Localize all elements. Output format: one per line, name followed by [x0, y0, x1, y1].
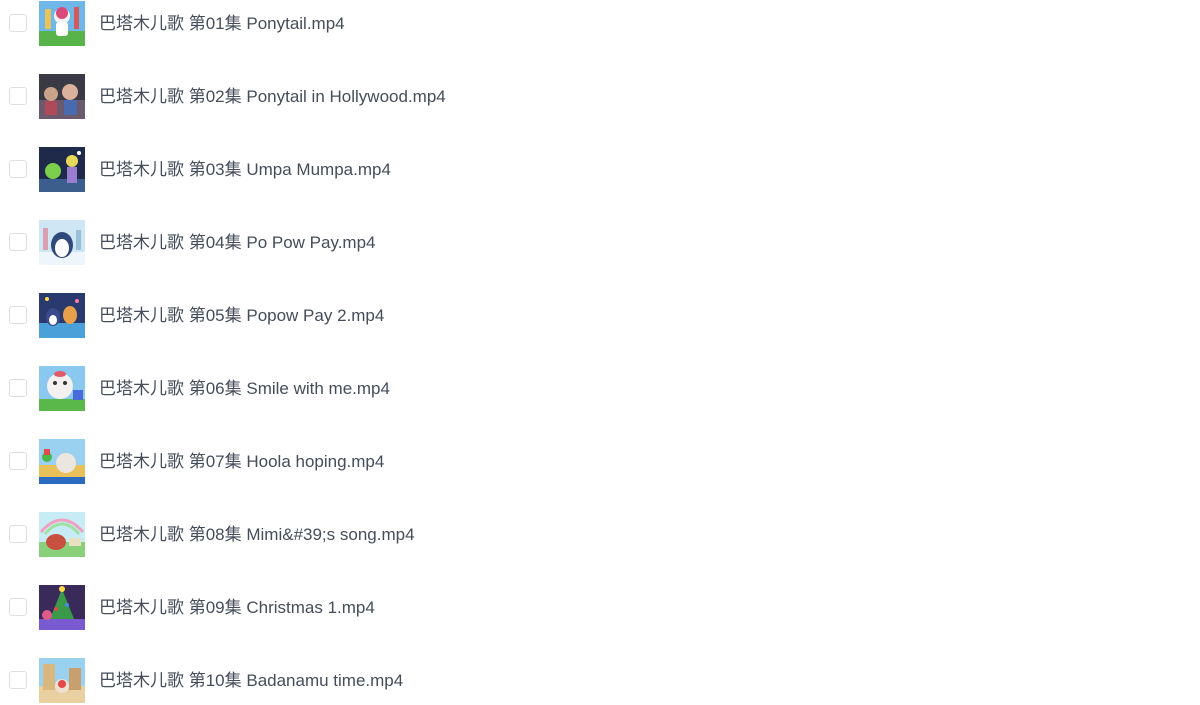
- file-row[interactable]: 巴塔木儿歌 第02集 Ponytail in Hollywood.mp4: [0, 73, 1200, 121]
- file-name[interactable]: 巴塔木儿歌 第05集 Popow Pay 2.mp4: [99, 305, 384, 327]
- file-name[interactable]: 巴塔木儿歌 第03集 Umpa Mumpa.mp4: [99, 159, 391, 181]
- video-thumbnail-icon[interactable]: [39, 585, 85, 630]
- video-thumbnail-icon[interactable]: [39, 658, 85, 703]
- video-thumbnail-icon[interactable]: [39, 439, 85, 484]
- file-row[interactable]: 巴塔木儿歌 第08集 Mimi&#39;s song.mp4: [0, 511, 1200, 559]
- video-thumbnail-icon[interactable]: [39, 74, 85, 119]
- row-checkbox[interactable]: [9, 87, 27, 105]
- row-checkbox[interactable]: [9, 525, 27, 543]
- file-name[interactable]: 巴塔木儿歌 第10集 Badanamu time.mp4: [99, 670, 403, 692]
- row-checkbox[interactable]: [9, 379, 27, 397]
- file-name[interactable]: 巴塔木儿歌 第09集 Christmas 1.mp4: [99, 597, 375, 619]
- video-thumbnail-icon[interactable]: [39, 220, 85, 265]
- row-checkbox[interactable]: [9, 452, 27, 470]
- file-row[interactable]: 巴塔木儿歌 第07集 Hoola hoping.mp4: [0, 438, 1200, 486]
- row-checkbox[interactable]: [9, 14, 27, 32]
- video-thumbnail-icon[interactable]: [39, 147, 85, 192]
- row-checkbox[interactable]: [9, 306, 27, 324]
- file-row[interactable]: 巴塔木儿歌 第04集 Po Pow Pay.mp4: [0, 219, 1200, 267]
- video-thumbnail-icon[interactable]: [39, 1, 85, 46]
- video-thumbnail-icon[interactable]: [39, 512, 85, 557]
- file-name[interactable]: 巴塔木儿歌 第07集 Hoola hoping.mp4: [99, 451, 384, 473]
- row-checkbox[interactable]: [9, 598, 27, 616]
- row-checkbox[interactable]: [9, 233, 27, 251]
- file-row[interactable]: 巴塔木儿歌 第10集 Badanamu time.mp4: [0, 657, 1200, 705]
- file-name[interactable]: 巴塔木儿歌 第08集 Mimi&#39;s song.mp4: [99, 524, 415, 546]
- file-row[interactable]: 巴塔木儿歌 第03集 Umpa Mumpa.mp4: [0, 146, 1200, 194]
- file-row[interactable]: 巴塔木儿歌 第01集 Ponytail.mp4: [0, 0, 1200, 48]
- file-row[interactable]: 巴塔木儿歌 第06集 Smile with me.mp4: [0, 365, 1200, 413]
- video-thumbnail-icon[interactable]: [39, 366, 85, 411]
- file-name[interactable]: 巴塔木儿歌 第01集 Ponytail.mp4: [99, 13, 345, 35]
- file-row[interactable]: 巴塔木儿歌 第09集 Christmas 1.mp4: [0, 584, 1200, 632]
- file-row[interactable]: 巴塔木儿歌 第05集 Popow Pay 2.mp4: [0, 292, 1200, 340]
- row-checkbox[interactable]: [9, 160, 27, 178]
- file-name[interactable]: 巴塔木儿歌 第04集 Po Pow Pay.mp4: [99, 232, 376, 254]
- file-name[interactable]: 巴塔木儿歌 第06集 Smile with me.mp4: [99, 378, 390, 400]
- video-thumbnail-icon[interactable]: [39, 293, 85, 338]
- row-checkbox[interactable]: [9, 671, 27, 689]
- file-name[interactable]: 巴塔木儿歌 第02集 Ponytail in Hollywood.mp4: [99, 86, 446, 108]
